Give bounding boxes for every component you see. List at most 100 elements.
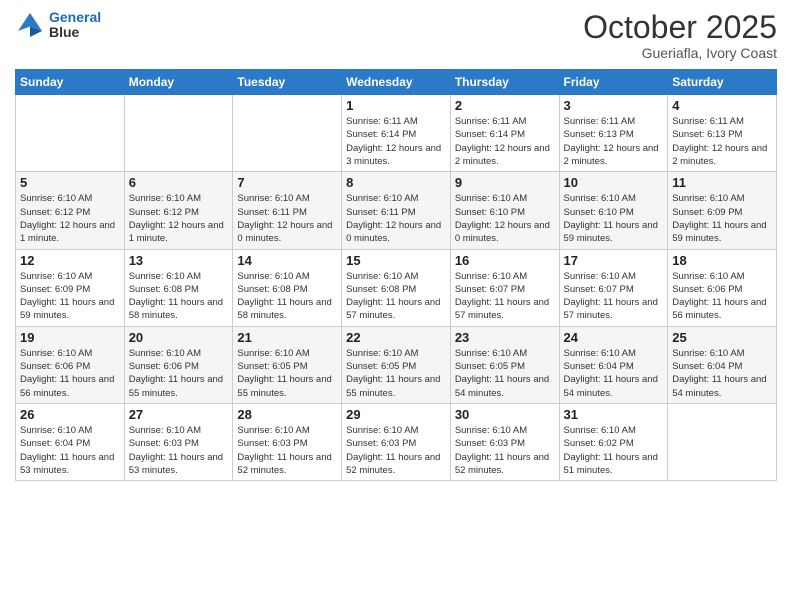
calendar-cell: 1 Sunrise: 6:11 AM Sunset: 6:14 PM Daylig… xyxy=(342,95,451,172)
calendar-cell: 2 Sunrise: 6:11 AM Sunset: 6:14 PM Daylig… xyxy=(450,95,559,172)
day-info: Sunrise: 6:11 AM Sunset: 6:14 PM Dayligh… xyxy=(455,115,555,168)
calendar-cell: 30 Sunrise: 6:10 AM Sunset: 6:03 PM Dayli… xyxy=(450,403,559,480)
day-number: 16 xyxy=(455,253,555,268)
header: General Blue October 2025 Gueriafla, Ivo… xyxy=(15,10,777,61)
week-row-4: 19 Sunrise: 6:10 AM Sunset: 6:06 PM Dayli… xyxy=(16,326,777,403)
day-number: 20 xyxy=(129,330,229,345)
weekday-header-saturday: Saturday xyxy=(668,70,777,95)
calendar-cell xyxy=(233,95,342,172)
calendar-cell: 8 Sunrise: 6:10 AM Sunset: 6:11 PM Daylig… xyxy=(342,172,451,249)
weekday-header-thursday: Thursday xyxy=(450,70,559,95)
day-number: 26 xyxy=(20,407,120,422)
day-number: 19 xyxy=(20,330,120,345)
day-info: Sunrise: 6:11 AM Sunset: 6:14 PM Dayligh… xyxy=(346,115,446,168)
calendar-cell: 4 Sunrise: 6:11 AM Sunset: 6:13 PM Daylig… xyxy=(668,95,777,172)
day-info: Sunrise: 6:10 AM Sunset: 6:02 PM Dayligh… xyxy=(564,424,664,477)
week-row-2: 5 Sunrise: 6:10 AM Sunset: 6:12 PM Daylig… xyxy=(16,172,777,249)
calendar-cell: 23 Sunrise: 6:10 AM Sunset: 6:05 PM Dayli… xyxy=(450,326,559,403)
calendar-cell: 13 Sunrise: 6:10 AM Sunset: 6:08 PM Dayli… xyxy=(124,249,233,326)
day-info: Sunrise: 6:10 AM Sunset: 6:03 PM Dayligh… xyxy=(129,424,229,477)
day-info: Sunrise: 6:10 AM Sunset: 6:10 PM Dayligh… xyxy=(455,192,555,245)
calendar-cell: 22 Sunrise: 6:10 AM Sunset: 6:05 PM Dayli… xyxy=(342,326,451,403)
day-number: 13 xyxy=(129,253,229,268)
day-number: 14 xyxy=(237,253,337,268)
day-info: Sunrise: 6:10 AM Sunset: 6:07 PM Dayligh… xyxy=(564,270,664,323)
day-info: Sunrise: 6:11 AM Sunset: 6:13 PM Dayligh… xyxy=(672,115,772,168)
page: General Blue October 2025 Gueriafla, Ivo… xyxy=(0,0,792,612)
logo: General Blue xyxy=(15,10,101,41)
calendar-cell: 9Sunrise: 6:10 AM Sunset: 6:10 PM Daylig… xyxy=(450,172,559,249)
calendar-cell: 15Sunrise: 6:10 AM Sunset: 6:08 PM Dayli… xyxy=(342,249,451,326)
day-number: 5 xyxy=(20,175,120,190)
calendar-cell: 28Sunrise: 6:10 AM Sunset: 6:03 PM Dayli… xyxy=(233,403,342,480)
day-info: Sunrise: 6:10 AM Sunset: 6:06 PM Dayligh… xyxy=(672,270,772,323)
day-info: Sunrise: 6:10 AM Sunset: 6:12 PM Dayligh… xyxy=(129,192,229,245)
logo-line1: General xyxy=(49,9,101,25)
day-number: 27 xyxy=(129,407,229,422)
day-info: Sunrise: 6:10 AM Sunset: 6:07 PM Dayligh… xyxy=(455,270,555,323)
calendar-cell: 29 Sunrise: 6:10 AM Sunset: 6:03 PM Dayli… xyxy=(342,403,451,480)
day-info: Sunrise: 6:10 AM Sunset: 6:05 PM Dayligh… xyxy=(237,347,337,400)
calendar-cell: 5 Sunrise: 6:10 AM Sunset: 6:12 PM Daylig… xyxy=(16,172,125,249)
day-number: 23 xyxy=(455,330,555,345)
week-row-1: 1 Sunrise: 6:11 AM Sunset: 6:14 PM Daylig… xyxy=(16,95,777,172)
day-info: Sunrise: 6:10 AM Sunset: 6:04 PM Dayligh… xyxy=(564,347,664,400)
day-number: 2 xyxy=(455,98,555,113)
title-area: October 2025 Gueriafla, Ivory Coast xyxy=(583,10,777,61)
day-info: Sunrise: 6:10 AM Sunset: 6:09 PM Dayligh… xyxy=(20,270,120,323)
day-info: Sunrise: 6:10 AM Sunset: 6:03 PM Dayligh… xyxy=(346,424,446,477)
day-info: Sunrise: 6:10 AM Sunset: 6:05 PM Dayligh… xyxy=(455,347,555,400)
day-number: 24 xyxy=(564,330,664,345)
day-number: 17 xyxy=(564,253,664,268)
calendar-cell: 11Sunrise: 6:10 AM Sunset: 6:09 PM Dayli… xyxy=(668,172,777,249)
calendar: SundayMondayTuesdayWednesdayThursdayFrid… xyxy=(15,69,777,481)
day-number: 4 xyxy=(672,98,772,113)
logo-icon xyxy=(15,10,45,40)
day-number: 11 xyxy=(672,175,772,190)
location-subtitle: Gueriafla, Ivory Coast xyxy=(583,45,777,61)
day-info: Sunrise: 6:10 AM Sunset: 6:08 PM Dayligh… xyxy=(237,270,337,323)
day-number: 30 xyxy=(455,407,555,422)
logo-text: General Blue xyxy=(49,10,101,41)
week-row-3: 12Sunrise: 6:10 AM Sunset: 6:09 PM Dayli… xyxy=(16,249,777,326)
day-number: 8 xyxy=(346,175,446,190)
day-number: 10 xyxy=(564,175,664,190)
calendar-cell: 18 Sunrise: 6:10 AM Sunset: 6:06 PM Dayli… xyxy=(668,249,777,326)
calendar-cell xyxy=(16,95,125,172)
day-number: 25 xyxy=(672,330,772,345)
day-number: 28 xyxy=(237,407,337,422)
day-info: Sunrise: 6:10 AM Sunset: 6:03 PM Dayligh… xyxy=(455,424,555,477)
day-number: 18 xyxy=(672,253,772,268)
week-row-5: 26Sunrise: 6:10 AM Sunset: 6:04 PM Dayli… xyxy=(16,403,777,480)
day-info: Sunrise: 6:10 AM Sunset: 6:11 PM Dayligh… xyxy=(237,192,337,245)
calendar-cell: 3Sunrise: 6:11 AM Sunset: 6:13 PM Daylig… xyxy=(559,95,668,172)
calendar-cell: 25 Sunrise: 6:10 AM Sunset: 6:04 PM Dayli… xyxy=(668,326,777,403)
day-number: 1 xyxy=(346,98,446,113)
day-info: Sunrise: 6:10 AM Sunset: 6:08 PM Dayligh… xyxy=(129,270,229,323)
calendar-cell: 7Sunrise: 6:10 AM Sunset: 6:11 PM Daylig… xyxy=(233,172,342,249)
day-number: 21 xyxy=(237,330,337,345)
day-info: Sunrise: 6:10 AM Sunset: 6:10 PM Dayligh… xyxy=(564,192,664,245)
calendar-cell: 24 Sunrise: 6:10 AM Sunset: 6:04 PM Dayli… xyxy=(559,326,668,403)
calendar-cell: 16 Sunrise: 6:10 AM Sunset: 6:07 PM Dayli… xyxy=(450,249,559,326)
day-info: Sunrise: 6:11 AM Sunset: 6:13 PM Dayligh… xyxy=(564,115,664,168)
calendar-cell: 31Sunrise: 6:10 AM Sunset: 6:02 PM Dayli… xyxy=(559,403,668,480)
weekday-header-row: SundayMondayTuesdayWednesdayThursdayFrid… xyxy=(16,70,777,95)
weekday-header-wednesday: Wednesday xyxy=(342,70,451,95)
calendar-cell: 14 Sunrise: 6:10 AM Sunset: 6:08 PM Dayli… xyxy=(233,249,342,326)
day-info: Sunrise: 6:10 AM Sunset: 6:12 PM Dayligh… xyxy=(20,192,120,245)
weekday-header-friday: Friday xyxy=(559,70,668,95)
day-info: Sunrise: 6:10 AM Sunset: 6:11 PM Dayligh… xyxy=(346,192,446,245)
day-number: 22 xyxy=(346,330,446,345)
logo-line2: Blue xyxy=(49,25,101,40)
month-title: October 2025 xyxy=(583,10,777,45)
calendar-cell: 12Sunrise: 6:10 AM Sunset: 6:09 PM Dayli… xyxy=(16,249,125,326)
calendar-cell xyxy=(124,95,233,172)
day-info: Sunrise: 6:10 AM Sunset: 6:06 PM Dayligh… xyxy=(20,347,120,400)
day-info: Sunrise: 6:10 AM Sunset: 6:04 PM Dayligh… xyxy=(672,347,772,400)
day-number: 29 xyxy=(346,407,446,422)
weekday-header-monday: Monday xyxy=(124,70,233,95)
day-info: Sunrise: 6:10 AM Sunset: 6:05 PM Dayligh… xyxy=(346,347,446,400)
day-number: 15 xyxy=(346,253,446,268)
calendar-cell: 26Sunrise: 6:10 AM Sunset: 6:04 PM Dayli… xyxy=(16,403,125,480)
